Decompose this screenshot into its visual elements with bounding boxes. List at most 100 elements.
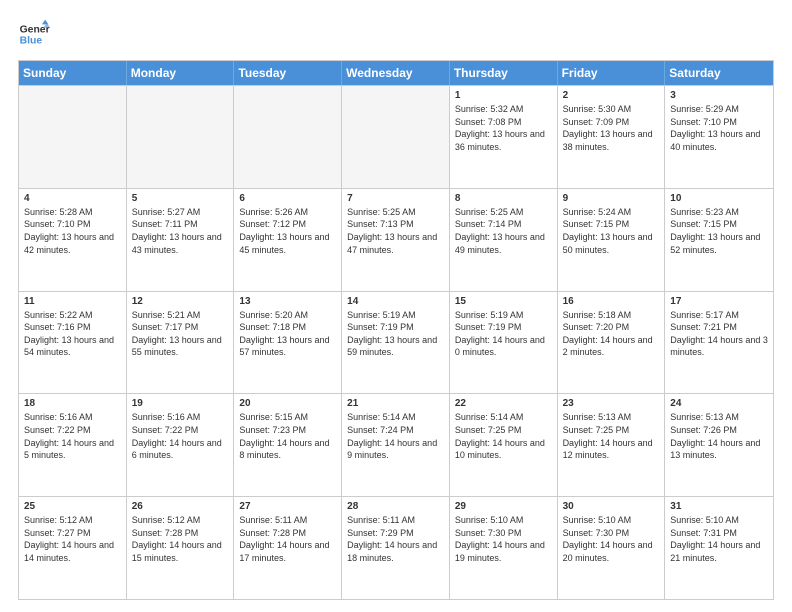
calendar-cell: 4 Sunrise: 5:28 AM Sunset: 7:10 PM Daylig… <box>19 189 127 291</box>
day-info: Sunrise: 5:10 AM Sunset: 7:30 PM Dayligh… <box>455 514 552 564</box>
day-number: 12 <box>132 296 229 307</box>
day-number: 17 <box>670 296 768 307</box>
day-number: 3 <box>670 90 768 101</box>
calendar-header: SundayMondayTuesdayWednesdayThursdayFrid… <box>19 61 773 85</box>
day-info: Sunrise: 5:19 AM Sunset: 7:19 PM Dayligh… <box>455 309 552 359</box>
day-info: Sunrise: 5:13 AM Sunset: 7:25 PM Dayligh… <box>563 411 660 461</box>
calendar-cell: 30 Sunrise: 5:10 AM Sunset: 7:30 PM Dayli… <box>558 497 666 599</box>
calendar-cell: 19 Sunrise: 5:16 AM Sunset: 7:22 PM Dayli… <box>127 394 235 496</box>
calendar-cell: 27 Sunrise: 5:11 AM Sunset: 7:28 PM Dayli… <box>234 497 342 599</box>
day-number: 14 <box>347 296 444 307</box>
day-info: Sunrise: 5:32 AM Sunset: 7:08 PM Dayligh… <box>455 103 552 153</box>
day-info: Sunrise: 5:16 AM Sunset: 7:22 PM Dayligh… <box>24 411 121 461</box>
calendar-cell: 2 Sunrise: 5:30 AM Sunset: 7:09 PM Daylig… <box>558 86 666 188</box>
day-header: Friday <box>558 61 666 85</box>
day-info: Sunrise: 5:11 AM Sunset: 7:28 PM Dayligh… <box>239 514 336 564</box>
calendar-cell: 15 Sunrise: 5:19 AM Sunset: 7:19 PM Dayli… <box>450 292 558 394</box>
calendar-cell <box>127 86 235 188</box>
calendar-cell: 17 Sunrise: 5:17 AM Sunset: 7:21 PM Dayli… <box>665 292 773 394</box>
logo: General Blue <box>18 18 50 50</box>
day-header: Wednesday <box>342 61 450 85</box>
day-header: Thursday <box>450 61 558 85</box>
day-number: 10 <box>670 193 768 204</box>
day-number: 13 <box>239 296 336 307</box>
day-info: Sunrise: 5:12 AM Sunset: 7:28 PM Dayligh… <box>132 514 229 564</box>
day-number: 26 <box>132 501 229 512</box>
day-header: Sunday <box>19 61 127 85</box>
day-info: Sunrise: 5:23 AM Sunset: 7:15 PM Dayligh… <box>670 206 768 256</box>
calendar-cell: 29 Sunrise: 5:10 AM Sunset: 7:30 PM Dayli… <box>450 497 558 599</box>
day-number: 1 <box>455 90 552 101</box>
day-number: 4 <box>24 193 121 204</box>
day-info: Sunrise: 5:22 AM Sunset: 7:16 PM Dayligh… <box>24 309 121 359</box>
calendar-row: 1 Sunrise: 5:32 AM Sunset: 7:08 PM Daylig… <box>19 85 773 188</box>
day-number: 11 <box>24 296 121 307</box>
day-number: 29 <box>455 501 552 512</box>
calendar-cell: 22 Sunrise: 5:14 AM Sunset: 7:25 PM Dayli… <box>450 394 558 496</box>
day-info: Sunrise: 5:25 AM Sunset: 7:13 PM Dayligh… <box>347 206 444 256</box>
calendar-cell: 18 Sunrise: 5:16 AM Sunset: 7:22 PM Dayli… <box>19 394 127 496</box>
day-info: Sunrise: 5:10 AM Sunset: 7:31 PM Dayligh… <box>670 514 768 564</box>
calendar-cell: 14Sunrise: 5:19 AM Sunset: 7:19 PM Dayli… <box>342 292 450 394</box>
calendar-cell: 3 Sunrise: 5:29 AM Sunset: 7:10 PM Daylig… <box>665 86 773 188</box>
calendar-cell <box>342 86 450 188</box>
calendar-cell: 21Sunrise: 5:14 AM Sunset: 7:24 PM Dayli… <box>342 394 450 496</box>
day-number: 8 <box>455 193 552 204</box>
day-number: 5 <box>132 193 229 204</box>
calendar-cell: 20 Sunrise: 5:15 AM Sunset: 7:23 PM Dayli… <box>234 394 342 496</box>
day-info: Sunrise: 5:14 AM Sunset: 7:25 PM Dayligh… <box>455 411 552 461</box>
day-number: 2 <box>563 90 660 101</box>
day-header: Saturday <box>665 61 773 85</box>
calendar-cell <box>19 86 127 188</box>
day-info: Sunrise: 5:30 AM Sunset: 7:09 PM Dayligh… <box>563 103 660 153</box>
day-info: Sunrise: 5:24 AM Sunset: 7:15 PM Dayligh… <box>563 206 660 256</box>
day-info: Sunrise: 5:20 AM Sunset: 7:18 PM Dayligh… <box>239 309 336 359</box>
calendar-row: 25Sunrise: 5:12 AM Sunset: 7:27 PM Dayli… <box>19 496 773 599</box>
day-number: 7 <box>347 193 444 204</box>
logo-icon: General Blue <box>18 18 50 50</box>
calendar-cell: 7 Sunrise: 5:25 AM Sunset: 7:13 PM Daylig… <box>342 189 450 291</box>
calendar-cell <box>234 86 342 188</box>
day-number: 27 <box>239 501 336 512</box>
calendar-cell: 1 Sunrise: 5:32 AM Sunset: 7:08 PM Daylig… <box>450 86 558 188</box>
day-info: Sunrise: 5:11 AM Sunset: 7:29 PM Dayligh… <box>347 514 444 564</box>
day-info: Sunrise: 5:27 AM Sunset: 7:11 PM Dayligh… <box>132 206 229 256</box>
day-info: Sunrise: 5:15 AM Sunset: 7:23 PM Dayligh… <box>239 411 336 461</box>
calendar-cell: 9 Sunrise: 5:24 AM Sunset: 7:15 PM Daylig… <box>558 189 666 291</box>
calendar-row: 11 Sunrise: 5:22 AM Sunset: 7:16 PM Dayli… <box>19 291 773 394</box>
calendar-cell: 16Sunrise: 5:18 AM Sunset: 7:20 PM Dayli… <box>558 292 666 394</box>
day-info: Sunrise: 5:16 AM Sunset: 7:22 PM Dayligh… <box>132 411 229 461</box>
day-header: Tuesday <box>234 61 342 85</box>
day-info: Sunrise: 5:29 AM Sunset: 7:10 PM Dayligh… <box>670 103 768 153</box>
day-number: 28 <box>347 501 444 512</box>
calendar: SundayMondayTuesdayWednesdayThursdayFrid… <box>18 60 774 600</box>
day-info: Sunrise: 5:17 AM Sunset: 7:21 PM Dayligh… <box>670 309 768 359</box>
calendar-cell: 23 Sunrise: 5:13 AM Sunset: 7:25 PM Dayli… <box>558 394 666 496</box>
day-number: 24 <box>670 398 768 409</box>
day-number: 9 <box>563 193 660 204</box>
calendar-cell: 24 Sunrise: 5:13 AM Sunset: 7:26 PM Dayli… <box>665 394 773 496</box>
calendar-cell: 13 Sunrise: 5:20 AM Sunset: 7:18 PM Dayli… <box>234 292 342 394</box>
day-info: Sunrise: 5:13 AM Sunset: 7:26 PM Dayligh… <box>670 411 768 461</box>
day-number: 15 <box>455 296 552 307</box>
day-number: 19 <box>132 398 229 409</box>
day-number: 22 <box>455 398 552 409</box>
day-info: Sunrise: 5:26 AM Sunset: 7:12 PM Dayligh… <box>239 206 336 256</box>
day-number: 16 <box>563 296 660 307</box>
calendar-row: 4 Sunrise: 5:28 AM Sunset: 7:10 PM Daylig… <box>19 188 773 291</box>
calendar-cell: 8Sunrise: 5:25 AM Sunset: 7:14 PM Daylig… <box>450 189 558 291</box>
day-info: Sunrise: 5:12 AM Sunset: 7:27 PM Dayligh… <box>24 514 121 564</box>
calendar-cell: 5 Sunrise: 5:27 AM Sunset: 7:11 PM Daylig… <box>127 189 235 291</box>
day-info: Sunrise: 5:10 AM Sunset: 7:30 PM Dayligh… <box>563 514 660 564</box>
calendar-cell: 12 Sunrise: 5:21 AM Sunset: 7:17 PM Dayli… <box>127 292 235 394</box>
day-number: 20 <box>239 398 336 409</box>
day-number: 23 <box>563 398 660 409</box>
day-info: Sunrise: 5:21 AM Sunset: 7:17 PM Dayligh… <box>132 309 229 359</box>
day-number: 30 <box>563 501 660 512</box>
day-info: Sunrise: 5:28 AM Sunset: 7:10 PM Dayligh… <box>24 206 121 256</box>
calendar-cell: 11 Sunrise: 5:22 AM Sunset: 7:16 PM Dayli… <box>19 292 127 394</box>
day-number: 18 <box>24 398 121 409</box>
day-number: 6 <box>239 193 336 204</box>
day-header: Monday <box>127 61 235 85</box>
calendar-cell: 28 Sunrise: 5:11 AM Sunset: 7:29 PM Dayli… <box>342 497 450 599</box>
